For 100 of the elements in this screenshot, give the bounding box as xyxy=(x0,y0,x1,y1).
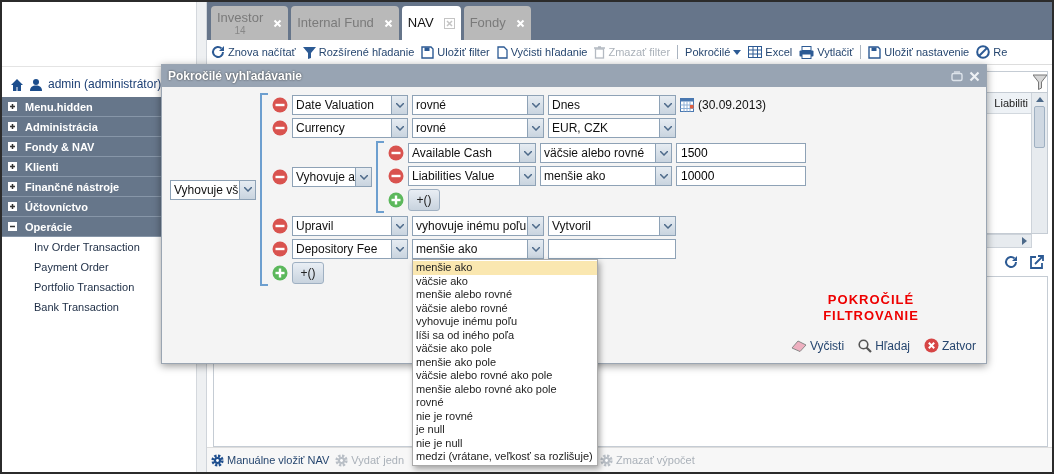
add-group-button[interactable]: +() xyxy=(292,262,324,284)
caret-icon xyxy=(659,173,668,179)
minus-icon[interactable] xyxy=(272,120,288,136)
caret-icon xyxy=(663,102,672,108)
caret-icon xyxy=(531,246,540,252)
floppy-icon xyxy=(421,45,435,59)
user-name[interactable]: admin (administrátor) xyxy=(48,77,162,91)
plus-icon[interactable] xyxy=(388,192,404,208)
caret-icon xyxy=(395,125,404,131)
input-field[interactable] xyxy=(548,239,676,259)
gear-icon xyxy=(335,453,349,467)
column-header[interactable]: Liabiliti xyxy=(991,97,1031,109)
minus-icon[interactable] xyxy=(272,169,288,185)
dropdown-option[interactable]: rovné xyxy=(413,396,597,410)
dropdown-option[interactable]: je null xyxy=(413,423,597,437)
trash-icon xyxy=(594,45,606,59)
minus-icon[interactable] xyxy=(388,168,404,184)
dropdown[interactable]: Currency xyxy=(292,118,408,138)
dropdown[interactable]: Upravil xyxy=(292,216,408,236)
dropdown-option[interactable]: väčsie ako xyxy=(413,274,597,288)
dropdown[interactable]: rovné xyxy=(412,118,544,138)
plus-icon xyxy=(8,122,17,131)
dropdown[interactable]: Depository Fee xyxy=(292,239,408,259)
no-entry-icon xyxy=(976,45,991,59)
home-icon[interactable] xyxy=(10,77,24,91)
caret-icon xyxy=(395,102,404,108)
dropdown[interactable]: Available Cash xyxy=(408,143,536,163)
dropdown[interactable]: Dnes xyxy=(548,95,676,115)
dropdown[interactable]: EUR, CZK xyxy=(548,118,676,138)
dropdown-option[interactable]: vyhovuje inému poľu xyxy=(413,315,597,329)
dropdown[interactable]: Vytvoril xyxy=(548,216,676,236)
toolbar-button[interactable]: Vytlačiť xyxy=(799,45,854,59)
toolbar-button[interactable]: Excel xyxy=(748,46,793,58)
vertical-scrollbar[interactable] xyxy=(1031,93,1047,233)
dialog-title: Pokročilé vyhľadávanie xyxy=(168,69,303,83)
toolbar-button[interactable]: Manuálne vložiť NAV xyxy=(211,453,330,467)
caret-icon xyxy=(531,223,540,229)
bracket-line xyxy=(376,141,384,213)
dropdown-option[interactable]: väčsie alebo rovné xyxy=(413,301,597,315)
input-field[interactable]: 1500 xyxy=(676,143,806,163)
dropdown[interactable]: vyhovuje inému poľu xyxy=(412,216,544,236)
annotation-label: POKROČILÉ FILTROVANIE xyxy=(822,292,920,324)
toolbar-button[interactable]: Vyčisti hľadanie xyxy=(496,45,588,59)
minus-icon[interactable] xyxy=(272,97,288,113)
caret-icon xyxy=(395,246,404,252)
caret-icon xyxy=(523,150,532,156)
dropdown[interactable]: väčsie alebo rovné xyxy=(540,143,672,163)
plus-icon xyxy=(8,202,17,211)
caret-icon xyxy=(359,174,368,180)
toolbar-button[interactable]: Uložiť filter xyxy=(421,45,490,59)
dropdown-option[interactable]: nie je rovné xyxy=(413,409,597,423)
dropdown-option[interactable]: medzi (vrátane, veľkosť sa rozlišuje) xyxy=(413,450,597,464)
calendar-icon[interactable] xyxy=(680,98,694,112)
gear-icon xyxy=(211,453,224,467)
dropdown[interactable]: rovné xyxy=(412,95,544,115)
dropdown-option[interactable]: menšie alebo rovné xyxy=(413,288,597,302)
plus-icon[interactable] xyxy=(272,265,288,281)
gear-icon xyxy=(600,453,613,467)
dropdown-option[interactable]: líši sa od iného poľa xyxy=(413,328,597,342)
dropdown-option[interactable]: menšie ako pole xyxy=(413,355,597,369)
minus-icon[interactable] xyxy=(272,241,288,257)
caret-icon xyxy=(531,125,540,131)
dropdown[interactable]: Vyhovuje vš xyxy=(170,179,256,200)
export-icon[interactable] xyxy=(1030,255,1044,269)
dropdown[interactable]: menšie ako xyxy=(540,166,672,186)
toolbar-button[interactable]: Rozšírené hľadanie xyxy=(302,45,415,59)
tab[interactable]: NAV xyxy=(401,6,461,40)
dialog-button[interactable]: Vyčisti xyxy=(790,338,845,353)
dropdown-option[interactable]: väčsie alebo rovné ako pole xyxy=(413,369,597,383)
plus-icon xyxy=(8,142,17,151)
dropdown[interactable]: Date Valuation xyxy=(292,95,408,115)
dropdown-option[interactable]: menšie alebo rovné ako pole xyxy=(413,382,597,396)
caret-icon xyxy=(243,187,252,192)
dialog-button[interactable]: Zatvor xyxy=(924,338,976,353)
dropdown[interactable]: Vyhovuje a xyxy=(292,167,372,187)
toolbar-button[interactable]: Uložiť nastavenie xyxy=(868,45,970,59)
minus-icon xyxy=(8,222,17,231)
funnel-icon xyxy=(302,45,316,59)
dropdown[interactable]: Liabilities Value xyxy=(408,166,536,186)
input-field[interactable]: 10000 xyxy=(676,166,806,186)
caret-icon xyxy=(663,223,672,229)
dropdown-option[interactable]: nie je null xyxy=(413,436,597,450)
user-icon xyxy=(30,77,42,91)
minus-icon[interactable] xyxy=(388,145,404,161)
close-icon xyxy=(924,338,939,353)
date-label: (30.09.2013) xyxy=(698,98,767,112)
floppy-icon xyxy=(868,45,882,59)
minus-icon[interactable] xyxy=(272,218,288,234)
dropdown-option[interactable]: menšie ako xyxy=(413,261,597,275)
add-group-button[interactable]: +() xyxy=(408,189,440,211)
toolbar-button[interactable]: Re xyxy=(976,45,1008,59)
filter-icon[interactable] xyxy=(1033,74,1047,90)
toolbar-button[interactable]: Pokročilé xyxy=(685,46,742,58)
refresh-icon[interactable] xyxy=(1004,255,1018,269)
caret-icon xyxy=(395,223,404,229)
toolbar-button[interactable]: Znova načítať xyxy=(211,45,296,59)
table-icon xyxy=(748,46,763,58)
caret-icon xyxy=(663,125,672,131)
dialog-button[interactable]: Hľadaj xyxy=(858,338,910,353)
dropdown-option[interactable]: väčsie ako pole xyxy=(413,342,597,356)
